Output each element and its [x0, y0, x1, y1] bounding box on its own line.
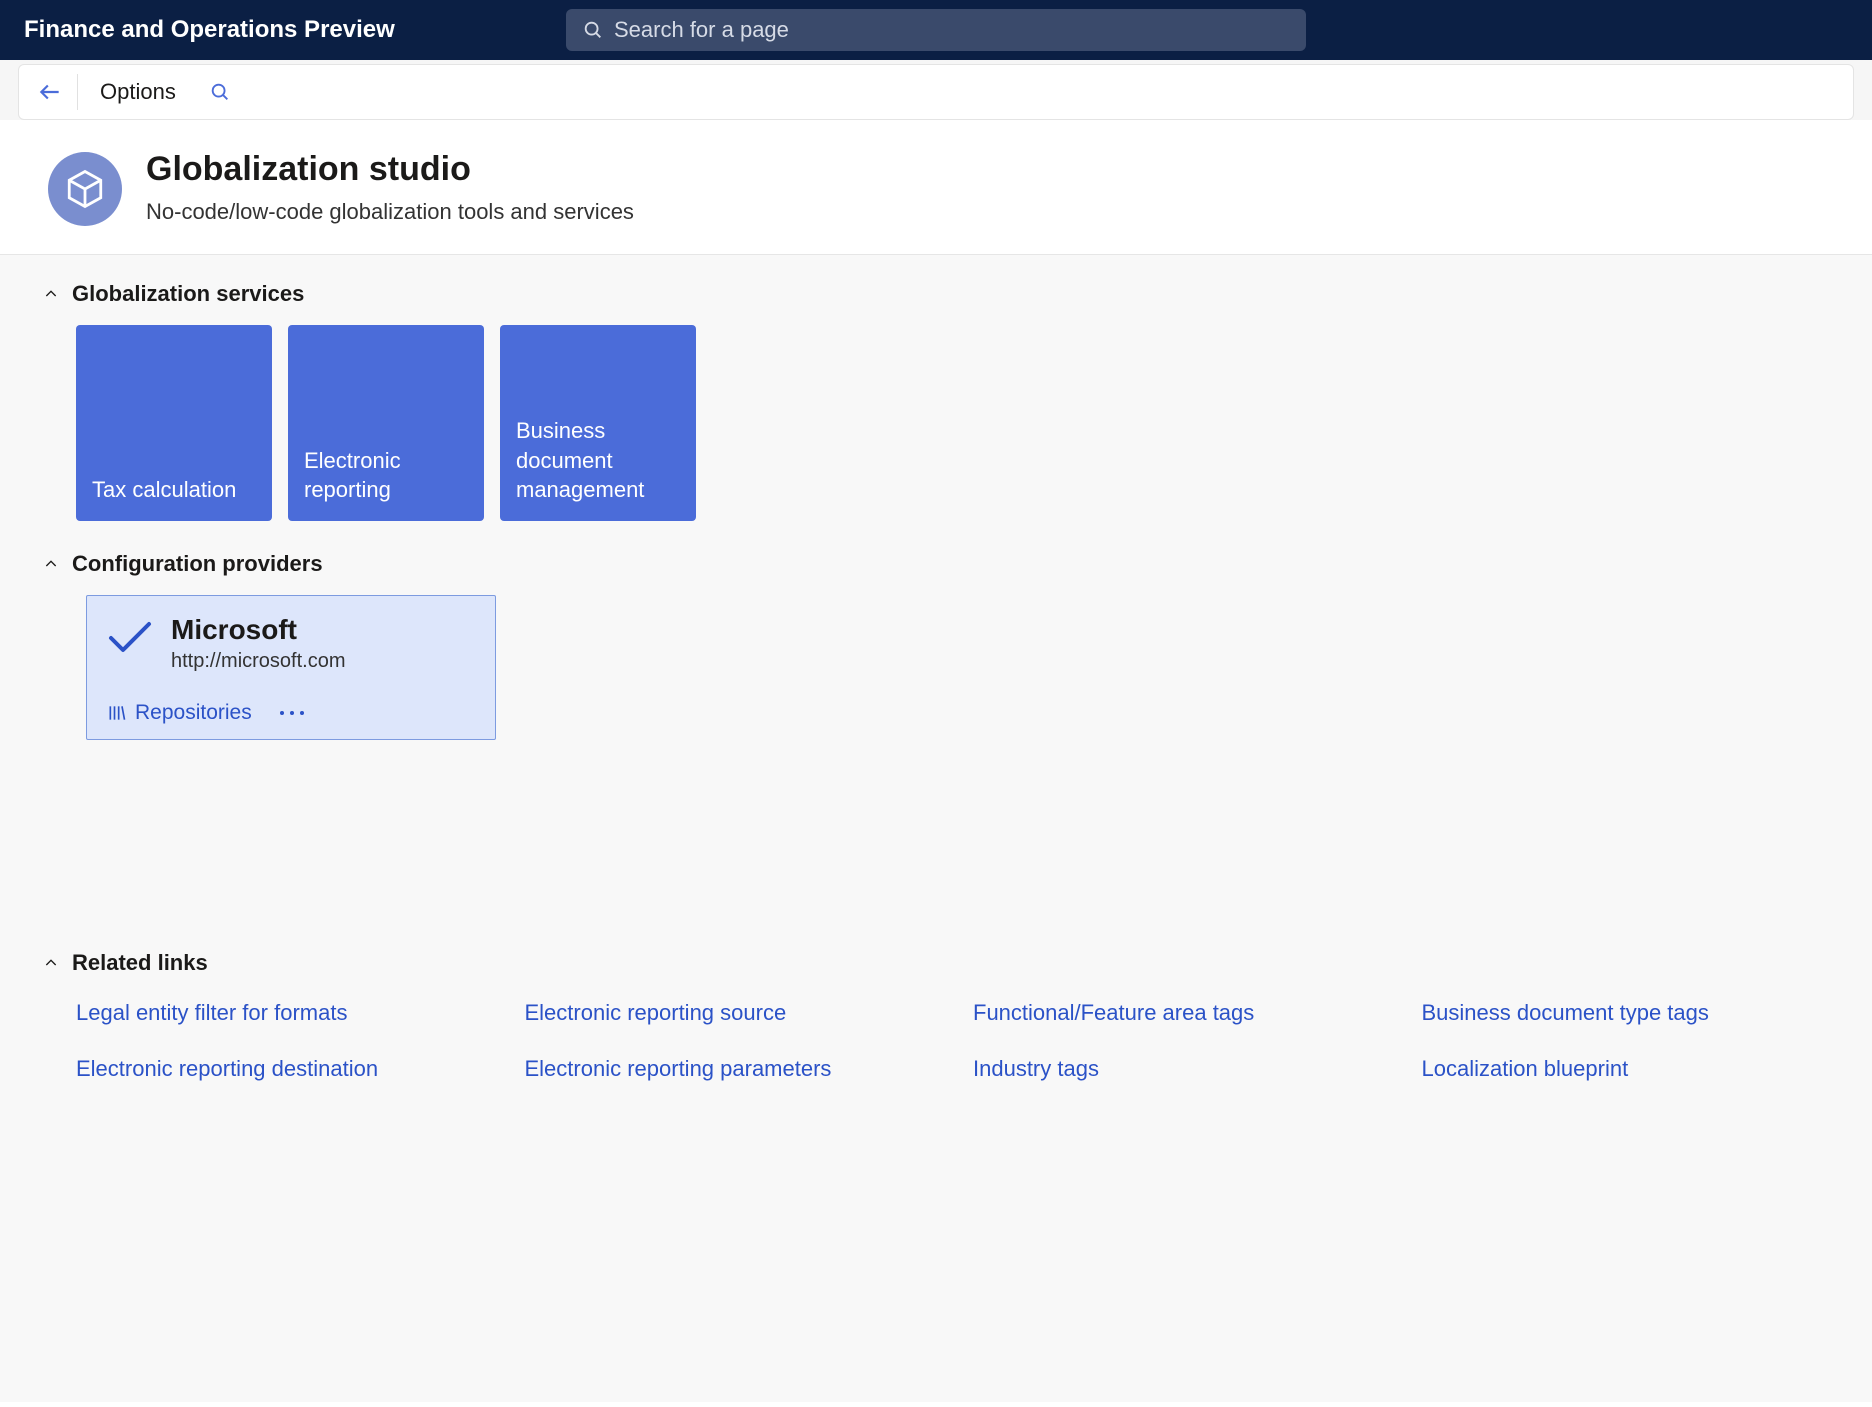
link-industry-tags[interactable]: Industry tags: [973, 1056, 1382, 1082]
more-horizontal-icon: [278, 703, 306, 723]
tile-label: Electronic reporting: [304, 446, 468, 505]
global-search-input[interactable]: [614, 17, 1290, 43]
link-er-source[interactable]: Electronic reporting source: [525, 1000, 934, 1026]
section-title: Related links: [72, 950, 208, 976]
section-related-links: Related links Legal entity filter for fo…: [42, 950, 1830, 1082]
tile-label: Business document management: [516, 416, 680, 505]
related-links-grid: Legal entity filter for formats Electron…: [76, 1000, 1830, 1082]
section-configuration-providers: Configuration providers Microsoft http:/…: [42, 551, 1830, 740]
repositories-label: Repositories: [135, 701, 252, 725]
section-title: Globalization services: [72, 281, 304, 307]
top-navigation-bar: Finance and Operations Preview: [0, 0, 1872, 60]
repositories-link[interactable]: Repositories: [107, 701, 252, 725]
package-icon: [64, 168, 106, 210]
spacer: [42, 770, 1830, 950]
related-links-body: Legal entity filter for formats Electron…: [42, 994, 1830, 1082]
actionbar-divider: [77, 74, 78, 110]
global-search[interactable]: [566, 9, 1306, 51]
provider-card-microsoft[interactable]: Microsoft http://microsoft.com Repositor…: [86, 595, 496, 740]
workspace-header-text: Globalization studio No-code/low-code gl…: [146, 150, 634, 225]
workspace-title: Globalization studio: [146, 150, 634, 189]
more-actions-button[interactable]: [278, 703, 306, 723]
section-header-configuration-providers[interactable]: Configuration providers: [42, 551, 1830, 577]
library-icon: [107, 703, 127, 723]
provider-card-top: Microsoft http://microsoft.com: [107, 614, 475, 673]
provider-url: http://microsoft.com: [171, 650, 346, 673]
section-title: Configuration providers: [72, 551, 323, 577]
options-button[interactable]: Options: [86, 73, 190, 111]
link-er-destination[interactable]: Electronic reporting destination: [76, 1056, 485, 1082]
workspace-subtitle: No-code/low-code globalization tools and…: [146, 199, 634, 225]
chevron-up-icon: [42, 555, 60, 573]
tile-electronic-reporting[interactable]: Electronic reporting: [288, 325, 484, 521]
workspace-header: Globalization studio No-code/low-code gl…: [0, 120, 1872, 255]
search-icon: [582, 19, 604, 41]
provider-card-text: Microsoft http://microsoft.com: [171, 614, 346, 673]
checkmark-icon: [107, 620, 153, 659]
section-header-related-links[interactable]: Related links: [42, 950, 1830, 976]
actionbar: Options: [18, 64, 1854, 120]
search-icon: [209, 81, 231, 103]
actionbar-search-button[interactable]: [200, 72, 240, 112]
chevron-up-icon: [42, 285, 60, 303]
app-title: Finance and Operations Preview: [24, 16, 395, 44]
back-button[interactable]: [31, 73, 69, 111]
link-bd-type-tags[interactable]: Business document type tags: [1422, 1000, 1831, 1026]
link-legal-entity-filter[interactable]: Legal entity filter for formats: [76, 1000, 485, 1026]
tile-business-document-management[interactable]: Business document management: [500, 325, 696, 521]
provider-name: Microsoft: [171, 614, 346, 646]
link-localization-blueprint[interactable]: Localization blueprint: [1422, 1056, 1831, 1082]
provider-card-actions: Repositories: [107, 701, 475, 725]
chevron-up-icon: [42, 954, 60, 972]
workspace-icon: [48, 152, 122, 226]
tile-label: Tax calculation: [92, 475, 236, 505]
actionbar-container: Options: [0, 60, 1872, 120]
link-functional-tags[interactable]: Functional/Feature area tags: [973, 1000, 1382, 1026]
section-header-globalization-services[interactable]: Globalization services: [42, 281, 1830, 307]
service-tiles: Tax calculation Electronic reporting Bus…: [42, 325, 1830, 521]
global-search-wrap: [566, 9, 1306, 51]
section-globalization-services: Globalization services Tax calculation E…: [42, 281, 1830, 521]
back-arrow-icon: [37, 79, 63, 105]
tile-tax-calculation[interactable]: Tax calculation: [76, 325, 272, 521]
workspace-content: Globalization services Tax calculation E…: [0, 255, 1872, 1402]
link-er-parameters[interactable]: Electronic reporting parameters: [525, 1056, 934, 1082]
